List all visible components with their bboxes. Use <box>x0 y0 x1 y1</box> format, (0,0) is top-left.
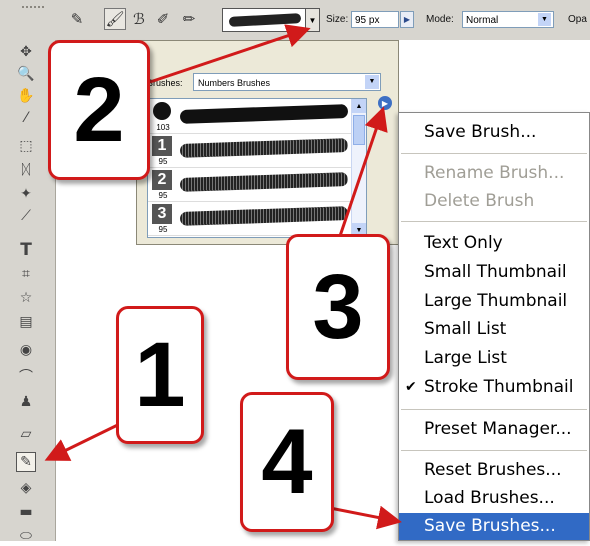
menu-separator <box>401 221 587 222</box>
pencil-icon[interactable]: ✏ <box>178 8 200 30</box>
size-field[interactable]: 95 px <box>351 11 399 28</box>
clone-stamp-tool-icon[interactable]: ♟ <box>16 392 36 412</box>
size-slider-arrow-icon[interactable]: ▶ <box>400 11 414 28</box>
brush-tool-preset-icon[interactable]: ✎ <box>66 8 88 30</box>
paint-bucket-tool-icon[interactable]: ◈ <box>16 478 36 498</box>
brush-stroke-preview <box>179 172 349 192</box>
callout-1: 1 <box>116 306 204 444</box>
brush-mode-icon[interactable]: 🖌 <box>104 8 126 30</box>
options-bar: ✎ 🖌 ℬ ✐ ✏ ▼ Size: 95 px ▶ Mode: Normal ▼… <box>0 0 590 41</box>
brush-stroke-preview <box>179 206 349 226</box>
lasso-tool-icon[interactable]: ᛞ <box>16 160 36 180</box>
scroll-up-icon[interactable]: ▲ <box>352 99 366 113</box>
brush-set-select[interactable]: Numbers Brushes ▼ <box>193 73 381 91</box>
chevron-down-icon[interactable]: ▼ <box>305 9 319 31</box>
mode-value: Normal <box>466 15 499 26</box>
hand-tool-icon[interactable]: ✋ <box>16 86 36 106</box>
brush-number-icon: 1 <box>152 136 172 156</box>
menu-item-save-brush[interactable]: Save Brush... <box>399 119 589 146</box>
opacity-label: Opa <box>568 14 587 25</box>
brush-item[interactable]: 103 <box>148 99 366 134</box>
menu-separator <box>401 409 587 410</box>
brush-palette-menu: Save Brush... Rename Brush... Delete Bru… <box>398 112 590 541</box>
marquee-tool-icon[interactable]: ⬚ <box>16 136 36 156</box>
brush-number-icon: 2 <box>152 170 172 190</box>
brush-item[interactable]: 2 95 <box>148 167 366 202</box>
impressionist-brush-icon[interactable]: ℬ <box>128 8 150 30</box>
menu-item-save-brushes[interactable]: Save Brushes... <box>399 513 589 540</box>
chevron-down-icon[interactable]: ▼ <box>365 75 379 89</box>
move-tool-icon[interactable]: ✥ <box>16 42 36 62</box>
zoom-tool-icon[interactable]: 🔍 <box>16 64 36 84</box>
eraser-tool-icon[interactable]: ▱ <box>16 424 36 444</box>
mode-label: Mode: <box>426 14 454 25</box>
menu-separator <box>401 450 587 451</box>
brush-size: 95 <box>158 157 168 166</box>
magic-wand-tool-icon[interactable]: ✦ <box>16 184 36 204</box>
menu-item-small-thumbnail[interactable]: Small Thumbnail <box>399 259 589 286</box>
toolbar-grip[interactable] <box>22 6 44 12</box>
brush-list: 103 1 95 2 95 3 95 ▲ ▼ <box>147 98 367 238</box>
brush-item[interactable]: 3 95 <box>148 201 366 236</box>
menu-item-label: Stroke Thumbnail <box>424 377 574 397</box>
menu-item-small-list[interactable]: Small List <box>399 316 589 343</box>
checkmark-icon: ✔ <box>405 379 417 395</box>
size-label: Size: <box>326 14 349 25</box>
brush-number-icon: 3 <box>152 204 172 224</box>
menu-item-delete-brush: Delete Brush <box>424 191 535 211</box>
shape-tool-icon[interactable]: ⬭ <box>16 526 36 546</box>
cookie-cutter-tool-icon[interactable]: ☆ <box>16 288 36 308</box>
menu-item-large-thumbnail[interactable]: Large Thumbnail <box>399 288 589 315</box>
gradient-tool-icon[interactable]: ▬ <box>16 502 36 522</box>
brushes-label: Brushes: <box>147 78 183 88</box>
menu-item-reset-brushes[interactable]: Reset Brushes... <box>399 457 589 484</box>
menu-item-text-only[interactable]: Text Only <box>399 230 589 257</box>
eyedropper-tool-icon[interactable]: ⁄ <box>16 108 36 128</box>
menu-item-large-list[interactable]: Large List <box>399 345 589 372</box>
round-brush-icon <box>153 102 171 120</box>
type-tool-icon[interactable]: T <box>16 240 36 260</box>
arrow-4 <box>329 505 402 530</box>
menu-item-rename-brush: Rename Brush... <box>424 163 565 183</box>
brush-picker-popup: Brushes: Numbers Brushes ▼ ▶ 103 1 95 2 … <box>136 40 399 245</box>
scroll-thumb[interactable] <box>353 115 365 145</box>
healing-brush-tool-icon[interactable]: ⌒ <box>16 366 36 386</box>
red-eye-tool-icon[interactable]: ◉ <box>16 340 36 360</box>
brush-stroke-preview <box>179 104 349 124</box>
brush-preview-stroke <box>228 13 302 27</box>
chevron-down-icon[interactable]: ▼ <box>538 13 551 26</box>
callout-2: 2 <box>48 40 150 180</box>
brush-tool-icon[interactable]: ✎ <box>16 452 36 472</box>
palette-menu-arrow-icon[interactable]: ▶ <box>378 96 392 110</box>
callout-4: 4 <box>240 392 334 532</box>
menu-separator <box>401 153 587 154</box>
brush-list-scrollbar[interactable]: ▲ ▼ <box>351 99 366 237</box>
menu-item-load-brushes[interactable]: Load Brushes... <box>399 485 589 512</box>
brush-size: 103 <box>156 123 170 132</box>
menu-item-preset-manager[interactable]: Preset Manager... <box>399 416 589 443</box>
brush-size: 95 <box>158 225 168 234</box>
callout-3: 3 <box>286 234 390 380</box>
brush-size: 95 <box>158 191 168 200</box>
brush-stroke-preview <box>179 138 349 158</box>
selection-brush-tool-icon[interactable]: ⟋ <box>16 206 36 226</box>
menu-item-stroke-thumbnail[interactable]: ✔ Stroke Thumbnail <box>399 374 589 401</box>
straighten-tool-icon[interactable]: ▤ <box>16 312 36 332</box>
brush-preset-picker[interactable]: ▼ <box>222 8 320 32</box>
brush-set-value: Numbers Brushes <box>198 78 271 88</box>
color-replacement-icon[interactable]: ✐ <box>152 8 174 30</box>
mode-select[interactable]: Normal ▼ <box>462 11 554 28</box>
brush-item[interactable]: 1 95 <box>148 133 366 168</box>
crop-tool-icon[interactable]: ⌗ <box>16 264 36 284</box>
